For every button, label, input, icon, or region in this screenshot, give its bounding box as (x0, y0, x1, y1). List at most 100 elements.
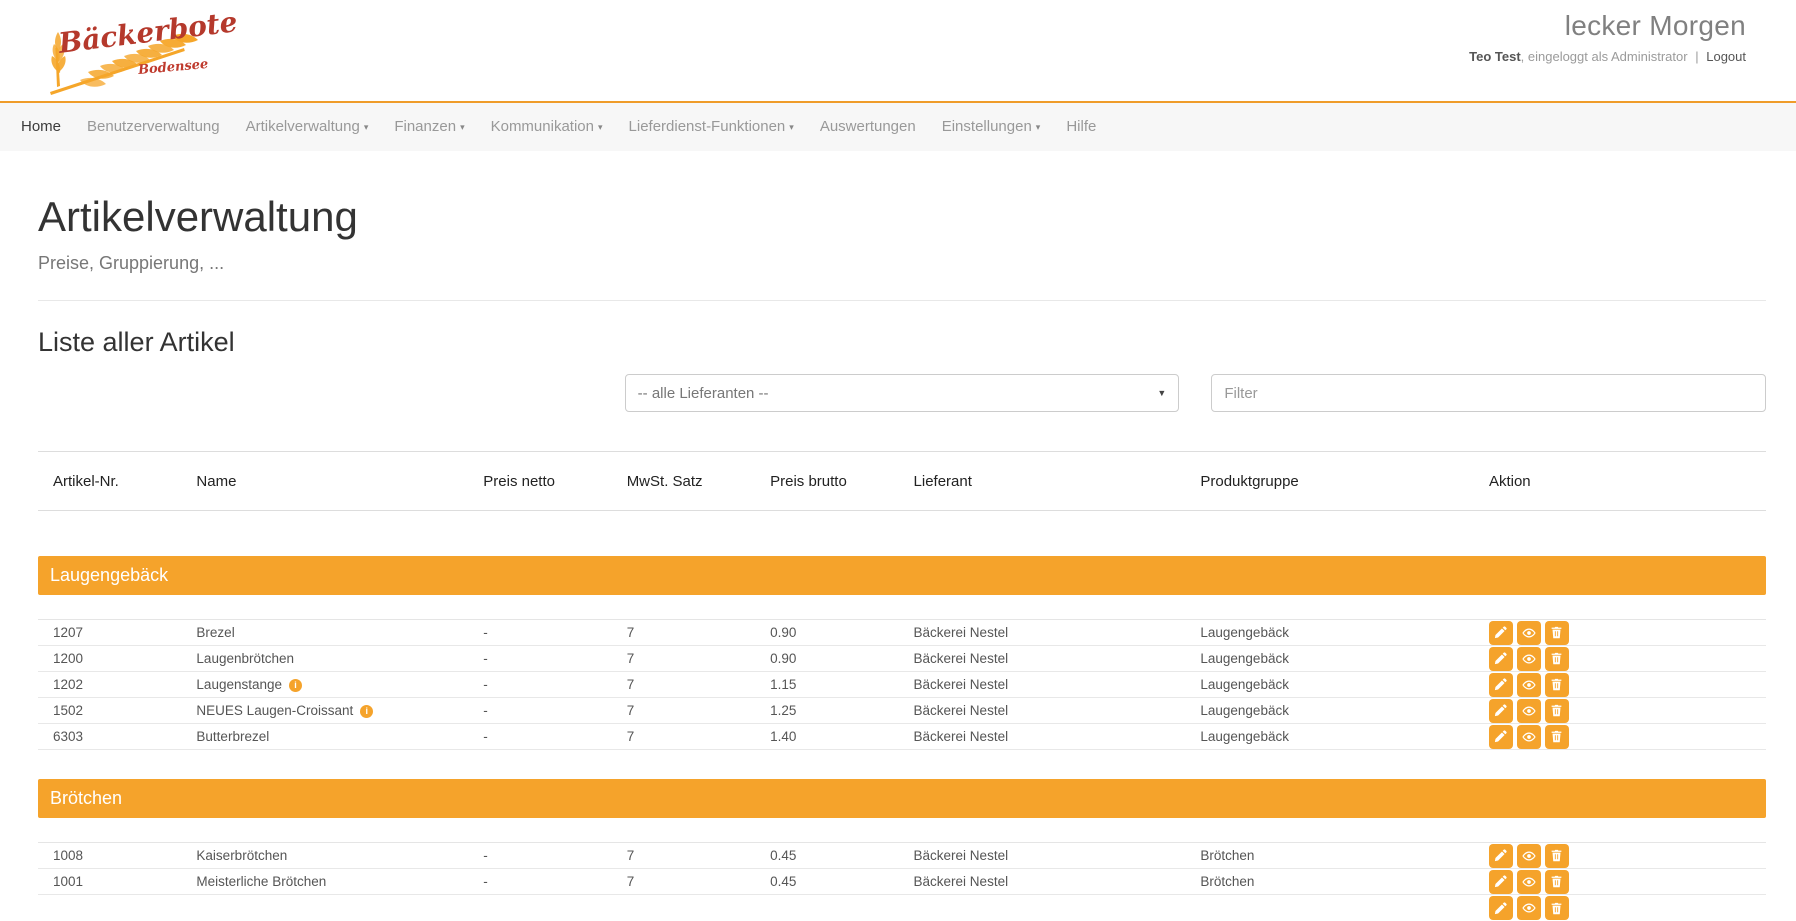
pencil-icon (1494, 652, 1507, 665)
column-header-preis-brutto: Preis brutto (755, 473, 898, 490)
edit-button[interactable] (1489, 896, 1513, 920)
nav-item-benutzerverwaltung[interactable]: Benutzerverwaltung (74, 103, 233, 151)
edit-button[interactable] (1489, 699, 1513, 723)
nav-item-label: Auswertungen (820, 118, 916, 135)
filter-input[interactable] (1211, 374, 1766, 412)
actions-cell (1474, 699, 1766, 723)
table-row: 1008Kaiserbrötchen-70.45Bäckerei NestelB… (38, 843, 1766, 869)
edit-button[interactable] (1489, 647, 1513, 671)
product-group-cell: Brötchen (1185, 874, 1474, 889)
net-price-cell: - (468, 651, 611, 666)
trash-icon (1550, 652, 1563, 665)
gross-price-cell: 1.25 (755, 703, 898, 718)
page-subtitle: Preise, Gruppierung, ... (38, 253, 1766, 274)
nav-item-auswertungen[interactable]: Auswertungen (807, 103, 929, 151)
brand-logo[interactable]: Bäckerbote Bodensee (36, 4, 206, 96)
delete-button[interactable] (1545, 673, 1569, 697)
nav-item-home[interactable]: Home (8, 103, 74, 151)
separator: | (1695, 49, 1698, 64)
user-name: Teo Test (1469, 49, 1521, 64)
nav-item-kommunikation[interactable]: Kommunikation▾ (478, 103, 616, 151)
chevron-down-icon: ▾ (1036, 122, 1041, 132)
main-content: Artikelverwaltung Preise, Gruppierung, .… (38, 193, 1766, 921)
vat-rate-cell: 7 (612, 848, 755, 863)
net-price-cell: - (468, 874, 611, 889)
trash-icon (1550, 849, 1563, 862)
actions-cell (1474, 870, 1766, 894)
table-row (38, 895, 1766, 921)
supplier-cell: Bäckerei Nestel (899, 625, 1186, 640)
net-price-cell: - (468, 625, 611, 640)
view-button[interactable] (1517, 621, 1541, 645)
view-button[interactable] (1517, 725, 1541, 749)
column-header-aktion: Aktion (1474, 473, 1766, 490)
net-price-cell: - (468, 677, 611, 692)
trash-icon (1550, 875, 1563, 888)
actions-cell (1474, 725, 1766, 749)
group-gap (38, 595, 1766, 620)
info-icon[interactable]: i (289, 679, 302, 692)
table-spacer (38, 511, 1766, 556)
vat-rate-cell: 7 (612, 874, 755, 889)
chevron-down-icon: ▾ (364, 122, 369, 132)
table-row: 1202Laugenstangei-71.15Bäckerei NestelLa… (38, 672, 1766, 698)
supplier-select[interactable]: -- alle Lieferanten -- ▼ (625, 374, 1180, 412)
nav-item-label: Einstellungen (942, 118, 1032, 135)
view-button[interactable] (1517, 844, 1541, 868)
divider (38, 300, 1766, 301)
delete-button[interactable] (1545, 647, 1569, 671)
nav-item-lieferdienst-funktionen[interactable]: Lieferdienst-Funktionen▾ (616, 103, 807, 151)
vat-rate-cell: 7 (612, 677, 755, 692)
view-button[interactable] (1517, 673, 1541, 697)
edit-button[interactable] (1489, 844, 1513, 868)
nav-item-finanzen[interactable]: Finanzen▾ (381, 103, 477, 151)
nav-item-artikelverwaltung[interactable]: Artikelverwaltung ▾ (233, 103, 382, 151)
view-button[interactable] (1517, 647, 1541, 671)
column-header-artikel-nr: Artikel-Nr. (38, 473, 181, 490)
column-header-produktgruppe: Produktgruppe (1185, 473, 1474, 490)
delete-button[interactable] (1545, 896, 1569, 920)
table-row: 1200Laugenbrötchen-70.90Bäckerei NestelL… (38, 646, 1766, 672)
trash-icon (1550, 626, 1563, 639)
edit-button[interactable] (1489, 673, 1513, 697)
article-name-cell: Laugenstangei (181, 677, 468, 692)
nav-item-hilfe[interactable]: Hilfe (1053, 103, 1109, 151)
eye-icon (1522, 626, 1536, 640)
table-body: Laugengebäck 1207Brezel-70.90Bäckerei Nes… (38, 556, 1766, 921)
edit-button[interactable] (1489, 725, 1513, 749)
article-number-cell: 1008 (38, 848, 181, 863)
supplier-cell: Bäckerei Nestel (899, 703, 1186, 718)
eye-icon (1522, 849, 1536, 863)
product-group-cell: Laugengebäck (1185, 703, 1474, 718)
group-header-laugengeb-ck: Laugengebäck (38, 556, 1766, 595)
info-icon[interactable]: i (360, 705, 373, 718)
gross-price-cell: 1.40 (755, 729, 898, 744)
product-group-cell: Laugengebäck (1185, 651, 1474, 666)
gross-price-cell: 1.15 (755, 677, 898, 692)
delete-button[interactable] (1545, 725, 1569, 749)
delete-button[interactable] (1545, 870, 1569, 894)
nav-item-label: Finanzen (394, 118, 456, 135)
vat-rate-cell: 7 (612, 651, 755, 666)
product-group-cell: Laugengebäck (1185, 729, 1474, 744)
nav-item-label: Artikelverwaltung (246, 118, 360, 135)
view-button[interactable] (1517, 699, 1541, 723)
vat-rate-cell: 7 (612, 625, 755, 640)
delete-button[interactable] (1545, 621, 1569, 645)
articles-table: Artikel-Nr.NamePreis nettoMwSt. SatzPrei… (38, 451, 1766, 921)
delete-button[interactable] (1545, 844, 1569, 868)
column-header-lieferant: Lieferant (899, 473, 1186, 490)
table-row: 1207Brezel-70.90Bäckerei NestelLaugengeb… (38, 620, 1766, 646)
view-button[interactable] (1517, 896, 1541, 920)
view-button[interactable] (1517, 870, 1541, 894)
article-number-cell: 1001 (38, 874, 181, 889)
eye-icon (1522, 901, 1536, 915)
edit-button[interactable] (1489, 870, 1513, 894)
gross-price-cell: 0.90 (755, 651, 898, 666)
eye-icon (1522, 730, 1536, 744)
edit-button[interactable] (1489, 621, 1513, 645)
delete-button[interactable] (1545, 699, 1569, 723)
nav-item-einstellungen[interactable]: Einstellungen ▾ (929, 103, 1054, 151)
trash-icon (1550, 730, 1563, 743)
logout-link[interactable]: Logout (1706, 49, 1746, 64)
